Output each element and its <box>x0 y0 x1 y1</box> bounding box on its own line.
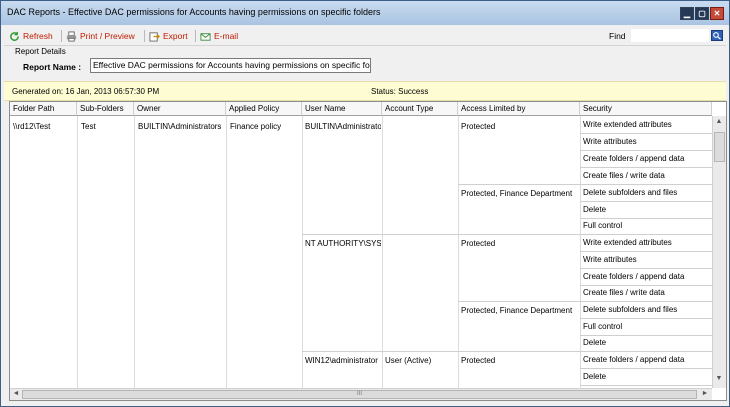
column-header-access-limited-by[interactable]: Access Limited by <box>458 102 580 116</box>
cell-security[interactable]: Delete <box>580 369 712 386</box>
print-preview-label: Print / Preview <box>80 31 135 41</box>
cell-security[interactable]: Create files / write data <box>580 285 712 302</box>
email-icon <box>200 32 211 41</box>
cell-access-limited-by[interactable]: Protected <box>461 356 579 365</box>
toolbar-separator <box>61 30 62 42</box>
cell-security[interactable]: Create folders / append data <box>580 352 712 369</box>
scroll-right-icon[interactable]: ► <box>699 390 711 397</box>
column-divider <box>226 116 227 388</box>
cell-folder-path[interactable]: \\rd12\Test <box>13 122 75 131</box>
refresh-icon <box>10 31 19 41</box>
horizontal-scrollbar[interactable]: ◄ III ► <box>10 388 712 400</box>
find-label: Find <box>609 31 626 41</box>
status-bar: Generated on: 16 Jan, 2013 06:57:30 PM S… <box>4 81 726 101</box>
cell-security[interactable]: Delete <box>580 202 712 219</box>
refresh-button[interactable]: Refresh <box>9 29 53 43</box>
column-divider <box>302 116 303 388</box>
email-button[interactable]: E-mail <box>200 29 238 43</box>
column-divider <box>77 116 78 388</box>
toolbar: Refresh Print / Preview Export E-mail Fi… <box>4 27 726 45</box>
column-header-sub-folders[interactable]: Sub-Folders <box>77 102 134 116</box>
report-details-legend: Report Details <box>15 47 66 56</box>
cell-security[interactable]: Write extended attributes <box>580 235 712 252</box>
access-group-divider <box>458 234 580 235</box>
export-label: Export <box>163 31 188 41</box>
minimize-button[interactable]: ▁ <box>680 7 694 20</box>
status-text: Status: Success <box>371 87 429 96</box>
export-button[interactable]: Export <box>149 29 188 43</box>
cell-user-name[interactable]: NT AUTHORITY\SYSTEM <box>305 239 381 248</box>
cell-user-name[interactable]: WIN12\administrator <box>305 356 381 365</box>
report-name-field[interactable]: Effective DAC permissions for Accounts h… <box>90 58 371 73</box>
cell-applied-policy[interactable]: Finance policy <box>230 122 300 131</box>
generated-on-text: Generated on: 16 Jan, 2013 06:57:30 PM <box>12 87 160 96</box>
cell-access-limited-by[interactable]: Protected <box>461 239 579 248</box>
cell-access-limited-by[interactable]: Protected, Finance Department <box>461 189 579 198</box>
cell-security[interactable]: Create folders / append data <box>580 269 712 286</box>
window-title: DAC Reports - Effective DAC permissions … <box>7 7 381 17</box>
report-details-group: Report Details Report Name : Effective D… <box>4 45 726 80</box>
cell-access-limited-by[interactable]: Protected <box>461 122 579 131</box>
report-name-label: Report Name : <box>23 62 82 72</box>
email-label: E-mail <box>214 31 239 41</box>
vertical-scrollbar[interactable]: ▲ ▼ <box>712 116 726 388</box>
scroll-left-icon[interactable]: ◄ <box>10 390 22 397</box>
cell-security[interactable]: Write attributes <box>580 134 712 151</box>
vertical-scroll-thumb[interactable] <box>714 132 725 162</box>
cell-sub-folders[interactable]: Test <box>81 122 133 131</box>
refresh-label: Refresh <box>23 31 53 41</box>
find-search-button[interactable] <box>711 30 723 41</box>
printer-icon <box>66 30 77 42</box>
toolbar-separator <box>195 30 196 42</box>
user-group-divider <box>302 234 458 235</box>
scroll-down-icon[interactable]: ▼ <box>713 375 725 382</box>
cell-access-limited-by[interactable]: Protected, Finance Department <box>461 306 579 315</box>
print-preview-button[interactable]: Print / Preview <box>66 29 135 43</box>
cell-owner[interactable]: BUILTIN\Administrators <box>138 122 225 131</box>
scroll-up-icon[interactable]: ▲ <box>713 118 725 125</box>
column-divider <box>458 116 459 388</box>
maximize-button[interactable]: ▢ <box>695 7 709 20</box>
toolbar-separator <box>144 30 145 42</box>
cell-security[interactable]: Delete subfolders and files <box>580 185 712 202</box>
report-window: DAC Reports - Effective DAC permissions … <box>0 0 730 407</box>
find-input[interactable] <box>631 29 709 42</box>
horizontal-scroll-thumb[interactable]: III <box>22 390 697 399</box>
cell-account-type[interactable]: User (Active) <box>385 356 457 365</box>
cell-security[interactable]: Full control <box>580 319 712 336</box>
cell-security[interactable]: Create folders / append data <box>580 151 712 168</box>
close-button[interactable]: ✕ <box>710 7 724 20</box>
column-header-folder-path[interactable]: Folder Path <box>10 102 77 116</box>
cell-security[interactable]: Create files / write data <box>580 168 712 185</box>
cell-security[interactable]: Full control <box>580 218 712 235</box>
user-group-divider <box>302 351 458 352</box>
access-group-divider <box>458 351 580 352</box>
title-bar: DAC Reports - Effective DAC permissions … <box>1 1 729 25</box>
column-header-applied-policy[interactable]: Applied Policy <box>226 102 302 116</box>
column-header-user-name[interactable]: User Name <box>302 102 382 116</box>
cell-security[interactable]: Write attributes <box>580 252 712 269</box>
export-icon <box>149 31 160 42</box>
report-grid[interactable]: Folder Path Sub-Folders Owner Applied Po… <box>9 101 727 401</box>
cell-user-name[interactable]: BUILTIN\Administrators <box>305 122 381 131</box>
cell-security[interactable]: Delete subfolders and files <box>580 302 712 319</box>
search-icon <box>713 32 721 40</box>
cell-security[interactable]: Write extended attributes <box>580 117 712 134</box>
column-header-security[interactable]: Security <box>580 102 712 116</box>
column-divider <box>382 116 383 388</box>
access-group-divider <box>458 301 580 302</box>
column-header-account-type[interactable]: Account Type <box>382 102 458 116</box>
column-header-owner[interactable]: Owner <box>134 102 226 116</box>
access-group-divider <box>458 184 580 185</box>
column-divider <box>134 116 135 388</box>
cell-security[interactable]: Delete <box>580 335 712 352</box>
